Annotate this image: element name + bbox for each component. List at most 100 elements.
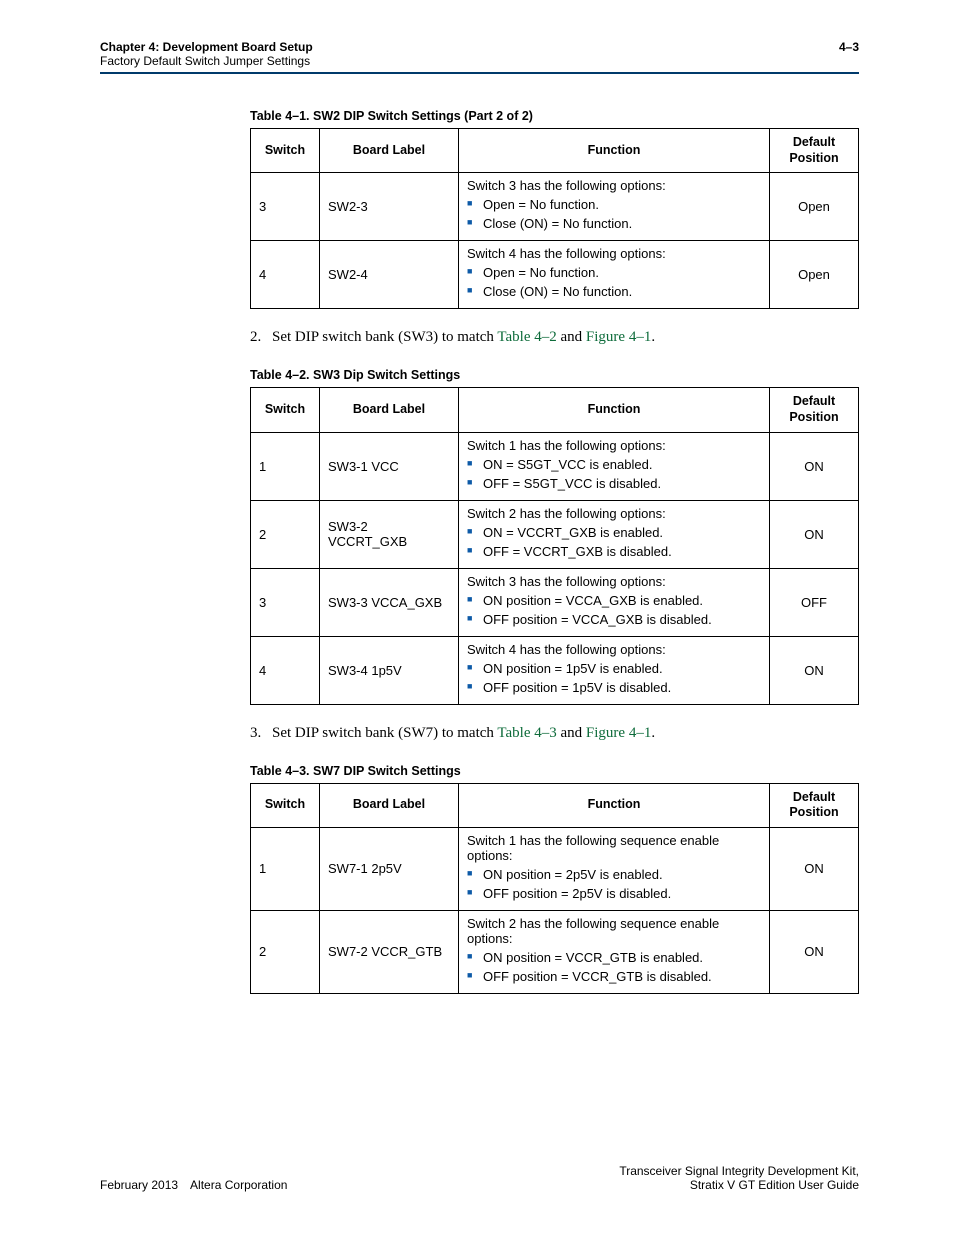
table-row: 3SW3-3 VCCA_GXBSwitch 3 has the followin… bbox=[251, 568, 859, 636]
cell-switch: 3 bbox=[251, 173, 320, 241]
list-item: ON = S5GT_VCC is enabled. bbox=[467, 457, 761, 472]
footer-right-2: Stratix V GT Edition User Guide bbox=[619, 1178, 859, 1192]
chapter-header: Chapter 4: Development Board Setup bbox=[100, 40, 313, 54]
list-item: ON position = VCCA_GXB is enabled. bbox=[467, 593, 761, 608]
cell-default: ON bbox=[770, 500, 859, 568]
xref-figure-4-1[interactable]: Figure 4–1 bbox=[586, 329, 651, 345]
function-lead: Switch 1 has the following sequence enab… bbox=[467, 833, 761, 863]
cell-function: Switch 2 has the following sequence enab… bbox=[459, 910, 770, 993]
cell-default: ON bbox=[770, 636, 859, 704]
th-label: Board Label bbox=[320, 783, 459, 827]
function-lead: Switch 3 has the following options: bbox=[467, 178, 761, 193]
th-switch: Switch bbox=[251, 129, 320, 173]
th-function: Function bbox=[459, 388, 770, 432]
table-4-1: Switch Board Label Function Default Posi… bbox=[250, 128, 859, 309]
cell-label: SW2-3 bbox=[320, 173, 459, 241]
list-item: ON position = 2p5V is enabled. bbox=[467, 867, 761, 882]
table-4-2-title: Table 4–2. SW3 Dip Switch Settings bbox=[250, 368, 859, 382]
th-switch: Switch bbox=[251, 783, 320, 827]
list-item: OFF position = 2p5V is disabled. bbox=[467, 886, 761, 901]
cell-default: ON bbox=[770, 910, 859, 993]
list-item: ON position = VCCR_GTB is enabled. bbox=[467, 950, 761, 965]
list-item: OFF position = VCCA_GXB is disabled. bbox=[467, 612, 761, 627]
step-3: 3. Set DIP switch bank (SW7) to match Ta… bbox=[250, 725, 859, 742]
table-row: 1SW7-1 2p5V Switch 1 has the following se… bbox=[251, 827, 859, 910]
cell-function: Switch 3 has the following options: Open … bbox=[459, 173, 770, 241]
table-row: 2SW3-2 VCCRT_GXBSwitch 2 has the followi… bbox=[251, 500, 859, 568]
cell-label: SW3-3 VCCA_GXB bbox=[320, 568, 459, 636]
table-4-3: Switch Board Label Function Default Posi… bbox=[250, 783, 859, 994]
cell-switch: 1 bbox=[251, 432, 320, 500]
function-lead: Switch 4 has the following options: bbox=[467, 246, 761, 261]
step-2: 2. Set DIP switch bank (SW3) to match Ta… bbox=[250, 329, 859, 346]
cell-label: SW3-2 VCCRT_GXB bbox=[320, 500, 459, 568]
function-lead: Switch 1 has the following options: bbox=[467, 438, 761, 453]
th-label: Board Label bbox=[320, 388, 459, 432]
list-item: ON position = 1p5V is enabled. bbox=[467, 661, 761, 676]
cell-default: Open bbox=[770, 173, 859, 241]
step-num: 2. bbox=[250, 329, 272, 346]
cell-switch: 3 bbox=[251, 568, 320, 636]
cell-function: Switch 4 has the following options: ON po… bbox=[459, 636, 770, 704]
list-item: OFF = VCCRT_GXB is disabled. bbox=[467, 544, 761, 559]
step-post: . bbox=[651, 329, 655, 345]
xref-table-4-2[interactable]: Table 4–2 bbox=[497, 329, 556, 345]
cell-switch: 4 bbox=[251, 636, 320, 704]
th-switch: Switch bbox=[251, 388, 320, 432]
page-number: 4–3 bbox=[839, 40, 859, 68]
cell-function: Switch 1 has the following options: ON = … bbox=[459, 432, 770, 500]
cell-label: SW7-1 2p5V bbox=[320, 827, 459, 910]
cell-function: Switch 4 has the following options: Open … bbox=[459, 241, 770, 309]
cell-function: Switch 3 has the following options: ON po… bbox=[459, 568, 770, 636]
section-header: Factory Default Switch Jumper Settings bbox=[100, 54, 313, 68]
cell-switch: 2 bbox=[251, 910, 320, 993]
function-lead: Switch 4 has the following options: bbox=[467, 642, 761, 657]
cell-function: Switch 1 has the following sequence enab… bbox=[459, 827, 770, 910]
cell-switch: 4 bbox=[251, 241, 320, 309]
header-rule bbox=[100, 72, 859, 74]
xref-figure-4-1[interactable]: Figure 4–1 bbox=[586, 725, 651, 741]
table-4-3-title: Table 4–3. SW7 DIP Switch Settings bbox=[250, 764, 859, 778]
th-function: Function bbox=[459, 129, 770, 173]
list-item: OFF position = 1p5V is disabled. bbox=[467, 680, 761, 695]
cell-default: OFF bbox=[770, 568, 859, 636]
th-label: Board Label bbox=[320, 129, 459, 173]
cell-label: SW7-2 VCCR_GTB bbox=[320, 910, 459, 993]
table-row: 3SW2-3Switch 3 has the following options… bbox=[251, 173, 859, 241]
table-row: 4SW3-4 1p5VSwitch 4 has the following op… bbox=[251, 636, 859, 704]
list-item: OFF position = VCCR_GTB is disabled. bbox=[467, 969, 761, 984]
cell-label: SW2-4 bbox=[320, 241, 459, 309]
step-num: 3. bbox=[250, 725, 272, 742]
function-lead: Switch 2 has the following options: bbox=[467, 506, 761, 521]
xref-table-4-3[interactable]: Table 4–3 bbox=[497, 725, 556, 741]
list-item: ON = VCCRT_GXB is enabled. bbox=[467, 525, 761, 540]
function-lead: Switch 2 has the following sequence enab… bbox=[467, 916, 761, 946]
cell-label: SW3-1 VCC bbox=[320, 432, 459, 500]
cell-function: Switch 2 has the following options: ON = … bbox=[459, 500, 770, 568]
footer-left: February 2013 Altera Corporation bbox=[100, 1178, 287, 1192]
table-4-1-title: Table 4–1. SW2 DIP Switch Settings (Part… bbox=[250, 109, 859, 123]
function-lead: Switch 3 has the following options: bbox=[467, 574, 761, 589]
list-item: Open = No function. bbox=[467, 197, 761, 212]
table-4-2: Switch Board Label Function Default Posi… bbox=[250, 387, 859, 704]
th-default: Default Position bbox=[770, 129, 859, 173]
list-item: OFF = S5GT_VCC is disabled. bbox=[467, 476, 761, 491]
footer-right-1: Transceiver Signal Integrity Development… bbox=[619, 1164, 859, 1178]
cell-default: ON bbox=[770, 827, 859, 910]
th-default: Default Position bbox=[770, 388, 859, 432]
table-row: 1SW3-1 VCCSwitch 1 has the following opt… bbox=[251, 432, 859, 500]
step-post: . bbox=[651, 725, 655, 741]
th-function: Function bbox=[459, 783, 770, 827]
step-text: Set DIP switch bank (SW3) to match bbox=[272, 329, 497, 345]
list-item: Open = No function. bbox=[467, 265, 761, 280]
cell-label: SW3-4 1p5V bbox=[320, 636, 459, 704]
table-row: 2SW7-2 VCCR_GTB Switch 2 has the followin… bbox=[251, 910, 859, 993]
th-default: Default Position bbox=[770, 783, 859, 827]
cell-switch: 1 bbox=[251, 827, 320, 910]
cell-switch: 2 bbox=[251, 500, 320, 568]
list-item: Close (ON) = No function. bbox=[467, 216, 761, 231]
cell-default: ON bbox=[770, 432, 859, 500]
list-item: Close (ON) = No function. bbox=[467, 284, 761, 299]
table-row: 4SW2-4Switch 4 has the following options… bbox=[251, 241, 859, 309]
step-mid: and bbox=[557, 329, 586, 345]
